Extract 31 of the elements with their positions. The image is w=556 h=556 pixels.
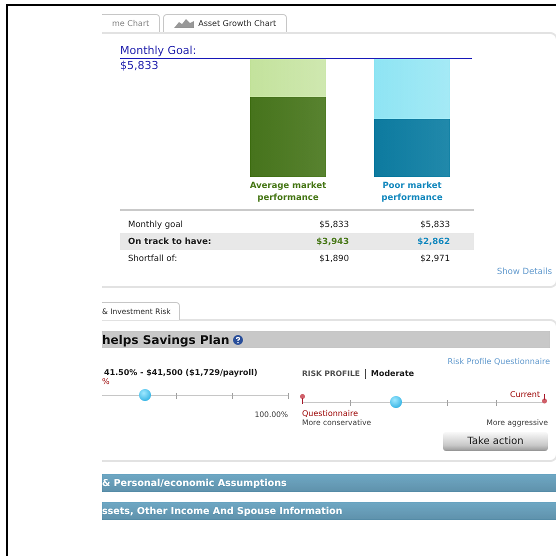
table-cell-text: $5,833 bbox=[318, 220, 349, 230]
bar-label: Poor market performance bbox=[380, 180, 444, 204]
contribution-label: 41.50% - $41,500 ($1,729/payroll) bbox=[103, 368, 259, 377]
show-details-link[interactable]: Show Details bbox=[496, 267, 552, 277]
questionnaire-label: Questionnaire bbox=[302, 409, 360, 418]
slider-thumb[interactable] bbox=[138, 389, 151, 401]
chart-tab[interactable]: me Chart bbox=[102, 14, 160, 32]
table-cell-text: $2,862 bbox=[416, 236, 450, 246]
table-cell-text: Shortfall of: bbox=[128, 254, 178, 264]
table-cell-text: $3,943 bbox=[315, 236, 349, 246]
questionnaire-link[interactable]: Risk Profile Questionnaire bbox=[447, 357, 550, 366]
risk-profile-value: Moderate bbox=[370, 369, 414, 378]
table-cell-text: Monthly goal bbox=[128, 220, 184, 230]
table-cell-text: $1,890 bbox=[318, 254, 349, 264]
help-icon[interactable] bbox=[233, 334, 244, 344]
slider-thumb[interactable] bbox=[390, 396, 402, 408]
table-cell-text: $5,833 bbox=[419, 220, 450, 230]
pin-icon bbox=[542, 394, 547, 404]
bar-label: Average market performance bbox=[248, 180, 328, 204]
table-cell-text: $2,971 bbox=[419, 254, 450, 264]
mountain-chart-icon bbox=[174, 19, 194, 28]
section-bar[interactable]: & Personal/economic Assumptions bbox=[102, 474, 556, 492]
chart-tab[interactable]: Asset Growth Chart bbox=[163, 14, 288, 32]
table-cell-text: On track to have: bbox=[128, 236, 212, 246]
current-label: Current bbox=[510, 390, 540, 399]
marker-label: % bbox=[102, 377, 111, 386]
pin-icon bbox=[300, 394, 305, 404]
plan-title: helps Savings Plan bbox=[102, 332, 230, 346]
take-action-button[interactable]: Take action bbox=[443, 432, 548, 451]
section-bar[interactable]: ssets, Other Income And Spouse Information bbox=[102, 502, 556, 520]
goal-value: $5,833 bbox=[120, 59, 160, 72]
